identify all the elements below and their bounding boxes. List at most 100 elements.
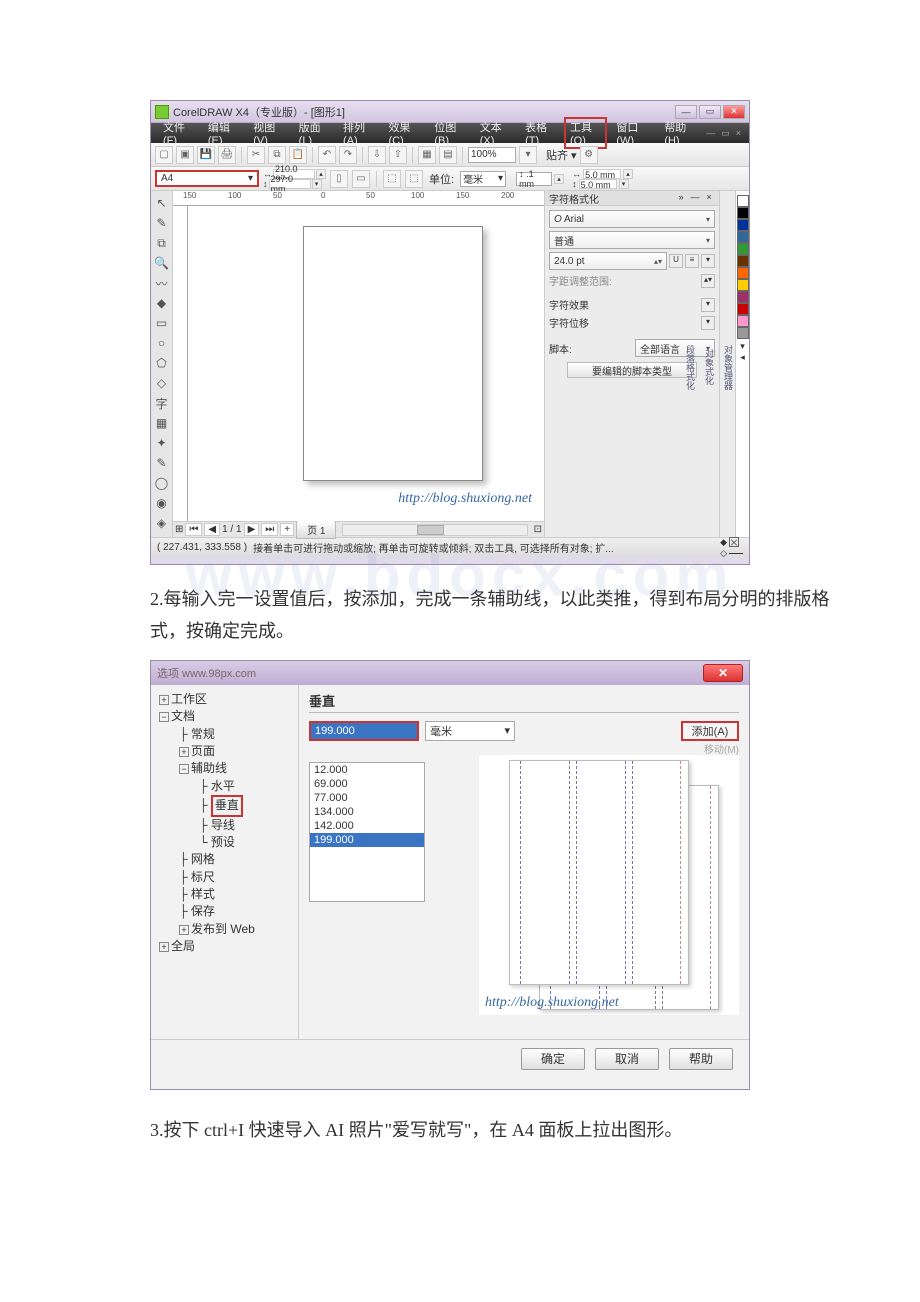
color-swatch[interactable] — [737, 219, 749, 231]
palette-scroll-icon[interactable]: ▾ — [740, 341, 745, 352]
tree-guides[interactable]: 辅助线 — [191, 761, 227, 775]
underline-icon[interactable]: U — [669, 254, 683, 268]
color-swatch[interactable] — [737, 255, 749, 267]
color-swatch[interactable] — [737, 267, 749, 279]
import-icon[interactable]: ⇩ — [368, 146, 386, 164]
menu-table[interactable]: 表格(T) — [519, 117, 561, 149]
outline-swatch[interactable] — [729, 553, 743, 554]
font-weight-select[interactable]: 普通▾ — [549, 231, 715, 249]
zoom-tool-icon[interactable]: 🔍 — [153, 254, 171, 272]
page-height[interactable]: 297.0 mm — [269, 179, 311, 189]
tree-horizontal[interactable]: 水平 — [211, 779, 235, 793]
tree-publish[interactable]: 发布到 Web — [191, 922, 255, 936]
new-icon[interactable]: ▢ — [155, 146, 173, 164]
table-tool-icon[interactable]: ▦ — [153, 414, 171, 432]
tree-workspace[interactable]: 工作区 — [171, 692, 207, 706]
tree-save[interactable]: 保存 — [191, 904, 215, 918]
color-swatch[interactable] — [737, 327, 749, 339]
outline-tool-icon[interactable]: ◯ — [153, 474, 171, 492]
paper-size-select[interactable]: A4▾ — [155, 170, 259, 187]
page-tab[interactable]: 页 1 — [296, 520, 336, 539]
color-swatch[interactable] — [737, 303, 749, 315]
snap-dropdown[interactable]: 贴齐 ▾ — [546, 147, 577, 163]
list-item[interactable]: 77.000 — [310, 791, 424, 805]
polygon-tool-icon[interactable]: ⬠ — [153, 354, 171, 372]
app-launcher-icon[interactable]: ▦ — [418, 146, 436, 164]
spin-icon[interactable]: ▴ — [554, 174, 564, 184]
dup-x[interactable]: 5.0 mm — [583, 169, 621, 179]
next-page-button[interactable]: ▶ — [244, 523, 260, 536]
tree-general[interactable]: 常规 — [191, 727, 215, 741]
print-icon[interactable]: 🖨 — [218, 146, 236, 164]
portrait-icon[interactable]: ▯ — [330, 170, 348, 188]
spin-icon[interactable]: ▾ — [619, 179, 629, 189]
zoom-level[interactable]: 100% — [468, 147, 516, 163]
tree-expand-icon[interactable]: + — [179, 747, 189, 757]
welcome-icon[interactable]: ▤ — [439, 146, 457, 164]
tree-document[interactable]: 文档 — [171, 709, 195, 723]
tree-grid[interactable]: 网格 — [191, 852, 215, 866]
expand-icon[interactable]: ▾ — [701, 298, 715, 312]
nudge-value[interactable]: ↕ .1 mm — [516, 172, 552, 186]
tree-expand-icon[interactable]: + — [159, 942, 169, 952]
rectangle-tool-icon[interactable]: ▭ — [153, 314, 171, 332]
ellipse-tool-icon[interactable]: ○ — [153, 334, 171, 352]
pick-tool-icon[interactable]: ↖ — [153, 194, 171, 212]
list-item[interactable]: 69.000 — [310, 777, 424, 791]
color-swatch[interactable] — [737, 195, 749, 207]
crop-tool-icon[interactable]: ⧉ — [153, 234, 171, 252]
interactive-tool-icon[interactable]: ✦ — [153, 434, 171, 452]
tree-expand-icon[interactable]: + — [179, 925, 189, 935]
add-button[interactable]: 添加(A) — [681, 721, 739, 741]
dup-y[interactable]: 5.0 mm — [579, 179, 617, 189]
ruler-icon[interactable]: ≡ — [685, 254, 699, 268]
horizontal-ruler[interactable]: 150 100 50 0 50 100 150 200 250 — [173, 191, 544, 206]
list-item[interactable]: 199.000 — [310, 833, 424, 847]
menu-file[interactable]: 文件(F) — [157, 117, 199, 149]
last-page-button[interactable]: ⏭ — [261, 523, 278, 536]
cut-icon[interactable]: ✂ — [247, 146, 265, 164]
paste-icon[interactable]: 📋 — [289, 146, 307, 164]
close-button[interactable]: ✕ — [723, 105, 745, 119]
tree-presets[interactable]: 预设 — [211, 835, 235, 849]
tree-global[interactable]: 全局 — [171, 939, 195, 953]
menu-help[interactable]: 帮助(H) — [658, 117, 701, 149]
tab-object-format[interactable]: 对象式化 — [703, 349, 716, 385]
doc-minimize-icon[interactable]: — — [704, 128, 717, 139]
menu-view[interactable]: 视图(V) — [247, 117, 289, 149]
maximize-button[interactable]: ▭ — [699, 105, 721, 119]
units-icon2[interactable]: ⬚ — [405, 170, 423, 188]
tree-collapse-icon[interactable]: − — [179, 764, 189, 774]
list-item[interactable]: 12.000 — [310, 763, 424, 777]
tree-rulers[interactable]: 标尺 — [191, 870, 215, 884]
shape-tool-icon[interactable]: ✎ — [153, 214, 171, 232]
fill-tool-icon[interactable]: ◉ — [153, 494, 171, 512]
interactive-fill-icon[interactable]: ◈ — [153, 514, 171, 532]
expand-icon[interactable]: ▾ — [701, 316, 715, 330]
list-item[interactable]: 134.000 — [310, 805, 424, 819]
save-icon[interactable]: 💾 — [197, 146, 215, 164]
spin-icon[interactable]: ▴▾ — [701, 274, 715, 288]
tree-expand-icon[interactable]: + — [159, 695, 169, 705]
first-page-button[interactable]: ⏮ — [185, 523, 202, 536]
doc-restore-icon[interactable]: ▭ — [719, 128, 732, 139]
freehand-tool-icon[interactable]: 〰 — [153, 274, 171, 292]
tree-guidelines[interactable]: 导线 — [211, 818, 235, 832]
menu-effects[interactable]: 效果(C) — [382, 117, 425, 149]
add-page-button[interactable]: + — [280, 523, 294, 536]
menu-text[interactable]: 文本(X) — [474, 117, 516, 149]
open-icon[interactable]: ▣ — [176, 146, 194, 164]
tab-object-manager[interactable]: 对象管理器 — [722, 345, 735, 390]
color-swatch[interactable] — [737, 279, 749, 291]
tab-paragraph-format[interactable]: 段落格式化 — [684, 345, 697, 390]
basic-shapes-icon[interactable]: ◇ — [153, 374, 171, 392]
docker-close-icon[interactable]: × — [703, 192, 715, 204]
menu-tools[interactable]: 工具(O) — [564, 117, 607, 149]
tree-collapse-icon[interactable]: − — [159, 712, 169, 722]
help-button[interactable]: 帮助 — [669, 1048, 733, 1070]
guide-unit-select[interactable]: 毫米▾ — [425, 721, 515, 741]
palette-flyout-icon[interactable]: ◂ — [740, 352, 745, 363]
spin-up-icon[interactable]: ▴ — [316, 169, 326, 179]
no-fill-icon[interactable] — [729, 537, 739, 547]
guides-list[interactable]: 12.000 69.000 77.000 134.000 142.000 199… — [309, 762, 425, 902]
